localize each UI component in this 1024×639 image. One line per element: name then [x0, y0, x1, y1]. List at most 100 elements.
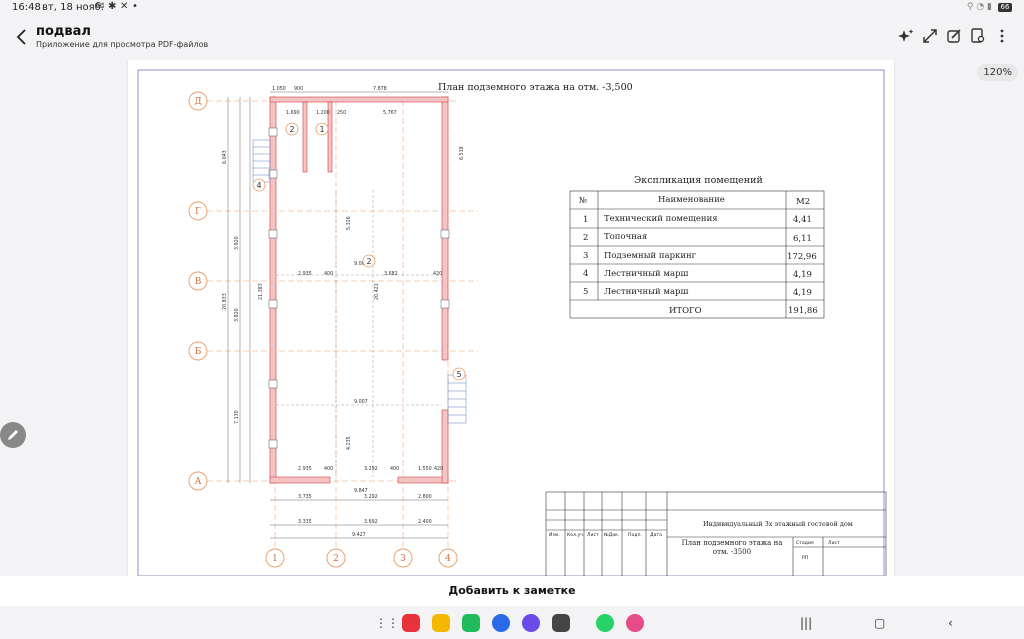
- explication-row-num: 3: [583, 251, 588, 261]
- explication-row-name: Технический помещения: [604, 214, 718, 224]
- dim-row-bot-5: 420: [434, 466, 443, 472]
- explication-total-label: ИТОГО: [669, 306, 702, 316]
- axis-label-B: Б: [195, 347, 202, 357]
- explication-row-area: 4,19: [793, 270, 812, 280]
- stamp-stage-label: Стадия: [796, 540, 814, 546]
- dim-row-mid-2: 3.682: [384, 271, 398, 277]
- document-title: подвал: [36, 24, 91, 39]
- dim-row-bot-4: 1.550: [418, 466, 432, 472]
- dim-misc-4: 21.383: [258, 283, 264, 300]
- dim-misc-2: 9.847: [354, 488, 368, 494]
- explication-title: Экспликация помещений: [634, 175, 763, 186]
- explication-row-num: 2: [583, 233, 588, 243]
- dim-bottom1-2: 2.800: [418, 494, 432, 500]
- explication-row-num: 5: [583, 287, 588, 297]
- dim-left-0: 6.043: [222, 150, 228, 164]
- dim-inner-0: 1.690: [286, 110, 300, 116]
- messages-app-icon[interactable]: [492, 614, 510, 632]
- pen-button[interactable]: [0, 422, 26, 448]
- app-subtitle: Приложение для просмотра PDF-файлов: [36, 40, 209, 49]
- dim-row-bot-3: 400: [390, 466, 399, 472]
- whatsapp-app-icon[interactable]: [596, 614, 614, 632]
- dim-row-bot-2: 3.292: [364, 466, 378, 472]
- app-header: подвал Приложение для просмотра PDF-файл…: [0, 18, 1024, 60]
- explication-row-area: 172,96: [787, 252, 817, 262]
- plan-title: План подземного этажа на отм. -3,500: [438, 82, 633, 93]
- stamp-col-4: Подп.: [628, 532, 642, 538]
- explication-row-num: 4: [583, 269, 588, 279]
- explication-row-name: Подземный паркинг: [604, 251, 697, 261]
- edit-icon[interactable]: [946, 28, 962, 44]
- dim-top-1: 900: [294, 86, 303, 92]
- axis-label-2: 2: [333, 554, 339, 564]
- status-date: вт, 18 нояб.: [42, 2, 104, 13]
- stamp-stage-value: РП: [802, 555, 808, 561]
- dim-row-mid-0: 2.935: [298, 271, 312, 277]
- dim-row-mid-1: 400: [324, 271, 333, 277]
- phone-app-icon[interactable]: [462, 614, 480, 632]
- room-number-1: 1: [319, 125, 324, 134]
- stamp-sheet-title: План подземного этажа на отм. -3500: [681, 539, 783, 556]
- room-number-2: 4: [256, 181, 261, 190]
- browser-app-icon[interactable]: [522, 614, 540, 632]
- axis-label-D: Д: [194, 97, 201, 107]
- room-number-0: 2: [289, 125, 294, 134]
- zoom-indicator: 120%: [977, 64, 1018, 81]
- camera-app-icon[interactable]: [552, 614, 570, 632]
- explication-header-area: М2: [796, 197, 810, 207]
- home-icon[interactable]: ▢: [874, 616, 885, 630]
- stamp-sheet-title-wrap: План подземного этажа на отм. -3500: [681, 539, 783, 556]
- room-number-3: 2: [366, 257, 371, 266]
- stamp-project: Индивидуальный 3х этажный гостевой дом: [703, 520, 853, 528]
- stamp-sheet-label: Лист: [828, 540, 840, 546]
- dim-row-bot-1: 400: [324, 466, 333, 472]
- app-drawer-icon[interactable]: ⋮⋮: [375, 616, 399, 630]
- pdf-viewport[interactable]: План подземного этажа на отм. -3,500 Д Г: [0, 60, 1024, 576]
- explication-row-area: 4,19: [793, 288, 812, 298]
- explication-header-num: №: [579, 196, 587, 206]
- dim-bottom1-1: 3.292: [364, 494, 378, 500]
- dim-misc-5: 4.235: [346, 436, 352, 450]
- dim-inner-1: 1.200: [316, 110, 330, 116]
- dim-bottom2-2: 2.400: [418, 519, 432, 525]
- more-options-icon[interactable]: [994, 28, 1010, 44]
- gallery-app-icon[interactable]: [626, 614, 644, 632]
- dim-left-4: 20.833: [222, 293, 228, 310]
- dim-misc-3: 20.421: [374, 283, 380, 300]
- files-app-icon[interactable]: [432, 614, 450, 632]
- dim-bottom2-1: 3.692: [364, 519, 378, 525]
- dim-total: 9.427: [352, 532, 366, 538]
- dim-top-2: 7.878: [373, 86, 387, 92]
- status-bar: 16:48 вт, 18 нояб. ✉ ✱ ✕ • ⚲ ◔ ▮ 66: [0, 0, 1024, 18]
- stamp-col-2: Лист: [587, 532, 599, 538]
- dim-misc-7: 6.518: [459, 146, 465, 160]
- dim-row-mid-3: 420: [433, 271, 442, 277]
- ai-sparkle-icon[interactable]: [898, 28, 914, 44]
- signal-icon: ⚲ ◔ ▮: [966, 2, 992, 12]
- back-arrow-icon[interactable]: [14, 27, 30, 47]
- axis-label-3: 3: [400, 554, 406, 564]
- add-to-note-button[interactable]: Добавить к заметке: [0, 576, 1024, 606]
- dim-inner-3: 5.767: [383, 110, 397, 116]
- explication-row-area: 4,41: [793, 215, 812, 225]
- axis-label-G: Г: [195, 207, 201, 217]
- stamp-col-0: Изм.: [549, 532, 560, 538]
- document-search-icon[interactable]: [970, 28, 986, 44]
- dim-row-bot-0: 2.935: [298, 466, 312, 472]
- dim-inner-2: 250: [337, 110, 346, 116]
- dim-bottom2-0: 3.335: [298, 519, 312, 525]
- stamp-col-1: Кол.уч.: [567, 532, 584, 538]
- expand-icon[interactable]: [922, 28, 938, 44]
- recent-apps-icon[interactable]: |||: [800, 616, 812, 630]
- dim-bottom1-0: 3.735: [298, 494, 312, 500]
- notes-app-icon[interactable]: [402, 614, 420, 632]
- notification-icon: ✉: [96, 1, 105, 12]
- explication-total-value: 191,86: [788, 306, 818, 316]
- dim-misc-1: 9.007: [354, 399, 368, 405]
- missed-call-icon: ✕: [120, 1, 129, 12]
- dim-left-1: 3.920: [234, 236, 240, 250]
- nav-back-icon[interactable]: ‹: [948, 616, 953, 630]
- axis-label-V: В: [195, 277, 202, 287]
- explication-header-name: Наименование: [658, 195, 725, 205]
- bluetooth-icon: ✱: [108, 1, 117, 12]
